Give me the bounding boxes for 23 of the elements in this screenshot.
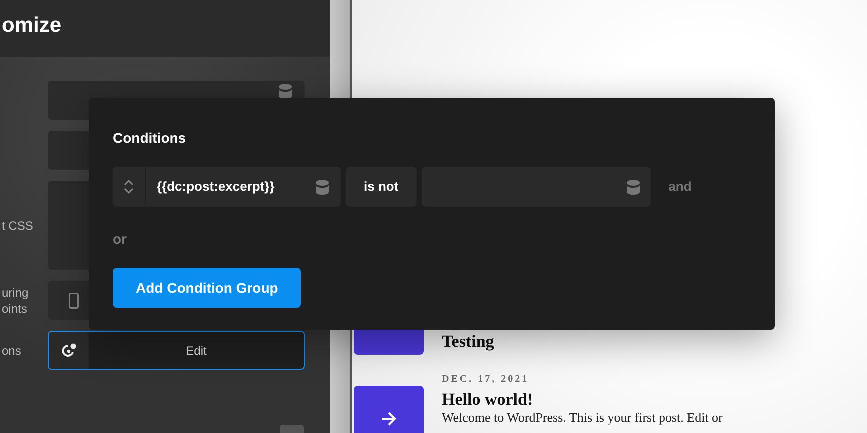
conditions-icon	[61, 342, 77, 358]
database-icon	[279, 84, 292, 99]
value-field[interactable]	[422, 167, 651, 207]
post-date: DEC. 17, 2021	[442, 374, 530, 386]
post-excerpt: Welcome to WordPress. This is your first post. Edit or	[442, 410, 723, 425]
panel-title: omize	[0, 0, 330, 57]
database-icon	[316, 180, 329, 194]
post-title[interactable]: Hello world!	[442, 390, 723, 410]
and-button[interactable]: and	[668, 177, 692, 197]
popover-title: Conditions	[113, 129, 188, 148]
operator-button[interactable]: is not	[346, 167, 417, 207]
database-icon	[626, 180, 640, 194]
condition-field[interactable]: {{dc:post:excerpt}}	[113, 167, 341, 207]
edit-button[interactable]: Edit	[89, 332, 304, 369]
chevrons-icon[interactable]	[124, 179, 134, 195]
phone-icon	[69, 292, 79, 308]
field-label: t CSS	[1, 218, 34, 234]
or-button[interactable]: or	[113, 229, 751, 250]
post-thumbnail[interactable]	[354, 386, 424, 433]
field-label: uring oints	[1, 284, 30, 316]
arrow-icon	[381, 412, 397, 426]
post-title[interactable]: Testing	[442, 332, 494, 352]
field-label: ons	[1, 342, 22, 358]
